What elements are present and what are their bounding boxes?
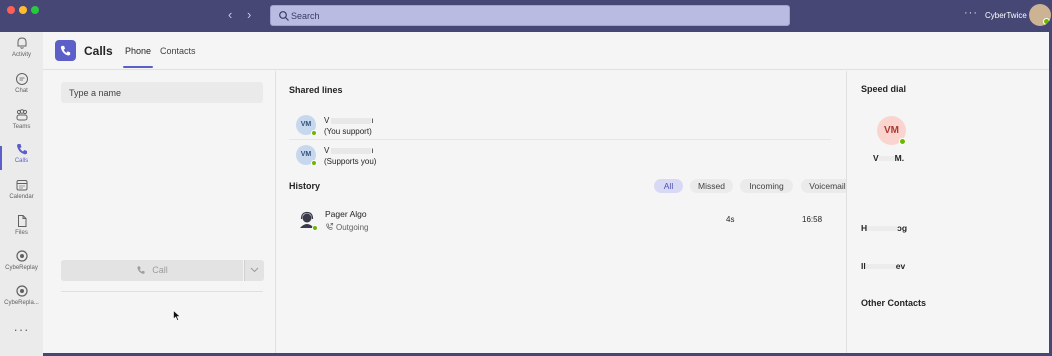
more-options-icon[interactable]: ··· <box>964 7 978 19</box>
file-icon <box>17 215 26 227</box>
redacted-text <box>331 117 372 124</box>
filter-missed[interactable]: Missed <box>690 179 733 193</box>
tab-phone[interactable]: Phone <box>122 46 154 68</box>
rail-item-calendar[interactable]: Calendar <box>0 178 43 212</box>
redacted-text <box>878 156 895 162</box>
rail-item-calls[interactable]: Calls <box>0 142 43 176</box>
phone-icon <box>16 144 27 155</box>
shared-line-name: Vı <box>324 146 374 155</box>
history-contact-name: Pager Algo <box>325 209 367 219</box>
tab-contacts[interactable]: Contacts <box>160 46 196 56</box>
maximize-window-button[interactable] <box>31 6 39 14</box>
more-apps-icon[interactable]: ··· <box>0 322 43 337</box>
history-row[interactable]: Pager Algo Outgoing 4s 16:58 <box>289 204 831 240</box>
presence-indicator <box>1043 18 1050 25</box>
mouse-cursor-icon <box>173 310 181 321</box>
org-name[interactable]: CyberTwice <box>985 11 1027 20</box>
search-bar[interactable]: Search <box>270 5 790 26</box>
speed-dial-heading: Speed dial <box>861 84 907 94</box>
contact-item[interactable]: Hɔg <box>861 223 907 233</box>
chevron-left-icon[interactable]: ‹ <box>228 8 232 22</box>
presence-indicator <box>311 160 317 166</box>
presence-indicator <box>311 130 317 136</box>
teams-icon <box>16 109 27 121</box>
calendar-icon <box>16 180 27 191</box>
shared-lines-heading: Shared lines <box>289 85 343 95</box>
main-area: Calls Phone Contacts Call Shared lines V… <box>43 32 1049 353</box>
rail-item-teams[interactable]: Teams <box>0 108 43 142</box>
speed-dial-contact-name[interactable]: V M. <box>873 153 904 163</box>
calls-app-icon <box>55 40 76 61</box>
filter-incoming[interactable]: Incoming <box>740 179 793 193</box>
shared-line-name: Vı <box>324 116 374 125</box>
call-duration: 4s <box>726 215 735 224</box>
rail-item-cybereplay-2[interactable]: CybeRepla... <box>0 284 43 318</box>
avatar: VM <box>296 145 317 166</box>
redacted-text <box>867 226 898 232</box>
rail-item-files[interactable]: Files <box>0 214 43 248</box>
bell-icon <box>17 37 26 49</box>
call-button[interactable]: Call <box>61 260 243 281</box>
chat-icon <box>15 73 28 85</box>
phone-icon <box>60 45 71 56</box>
chevron-down-icon <box>250 267 259 273</box>
close-window-button[interactable] <box>7 6 15 14</box>
avatar <box>297 210 318 231</box>
app-icon <box>15 285 28 297</box>
app-rail: Activity Chat Teams Calls Calendar Files… <box>0 32 43 356</box>
title-bar: ‹ › Search ··· CyberTwice <box>0 0 1052 32</box>
redacted-text <box>865 264 896 270</box>
contact-item[interactable]: Il ev <box>861 261 905 271</box>
dial-pane: Call <box>43 71 276 353</box>
user-avatar[interactable] <box>1029 4 1051 26</box>
rail-item-chat[interactable]: Chat <box>0 72 43 106</box>
presence-indicator <box>899 138 906 145</box>
app-icon <box>15 250 28 262</box>
calls-content: Shared lines VM Vı (You support) VM Vı (… <box>277 71 873 353</box>
outgoing-call-icon <box>326 222 334 230</box>
shared-line-row[interactable]: VM Vı (Supports you) <box>289 141 831 170</box>
chevron-right-icon[interactable]: › <box>247 8 251 22</box>
search-placeholder: Search <box>291 11 320 21</box>
presence-indicator <box>312 225 318 231</box>
speed-dial-avatar[interactable]: VM <box>877 116 906 145</box>
other-contacts-heading: Other Contacts <box>861 298 927 308</box>
shared-line-row[interactable]: VM Vı (You support) <box>289 111 831 140</box>
rail-item-cybereplay[interactable]: CybeReplay <box>0 249 43 283</box>
history-heading: History <box>289 181 321 191</box>
calls-header: Calls Phone Contacts <box>43 32 1049 70</box>
rail-item-activity[interactable]: Activity <box>0 36 43 70</box>
filter-all[interactable]: All <box>654 179 683 193</box>
call-direction: Outgoing <box>325 222 368 232</box>
call-time: 16:58 <box>802 215 823 224</box>
call-button-label: Call <box>152 265 168 275</box>
shared-line-subtitle: (Supports you) <box>324 157 377 166</box>
phone-icon <box>137 266 145 274</box>
divider <box>61 291 263 292</box>
redacted-text <box>331 147 372 154</box>
search-icon <box>279 11 289 21</box>
minimize-window-button[interactable] <box>19 6 27 14</box>
speed-dial-pane: Speed dial VM V M. Hɔg Il ev Other Contact… <box>846 71 1049 353</box>
shared-line-subtitle: (You support) <box>324 127 372 136</box>
call-options-dropdown[interactable] <box>244 260 264 281</box>
avatar: VM <box>296 115 317 136</box>
page-title: Calls <box>84 44 113 58</box>
name-search-input[interactable] <box>61 82 263 103</box>
